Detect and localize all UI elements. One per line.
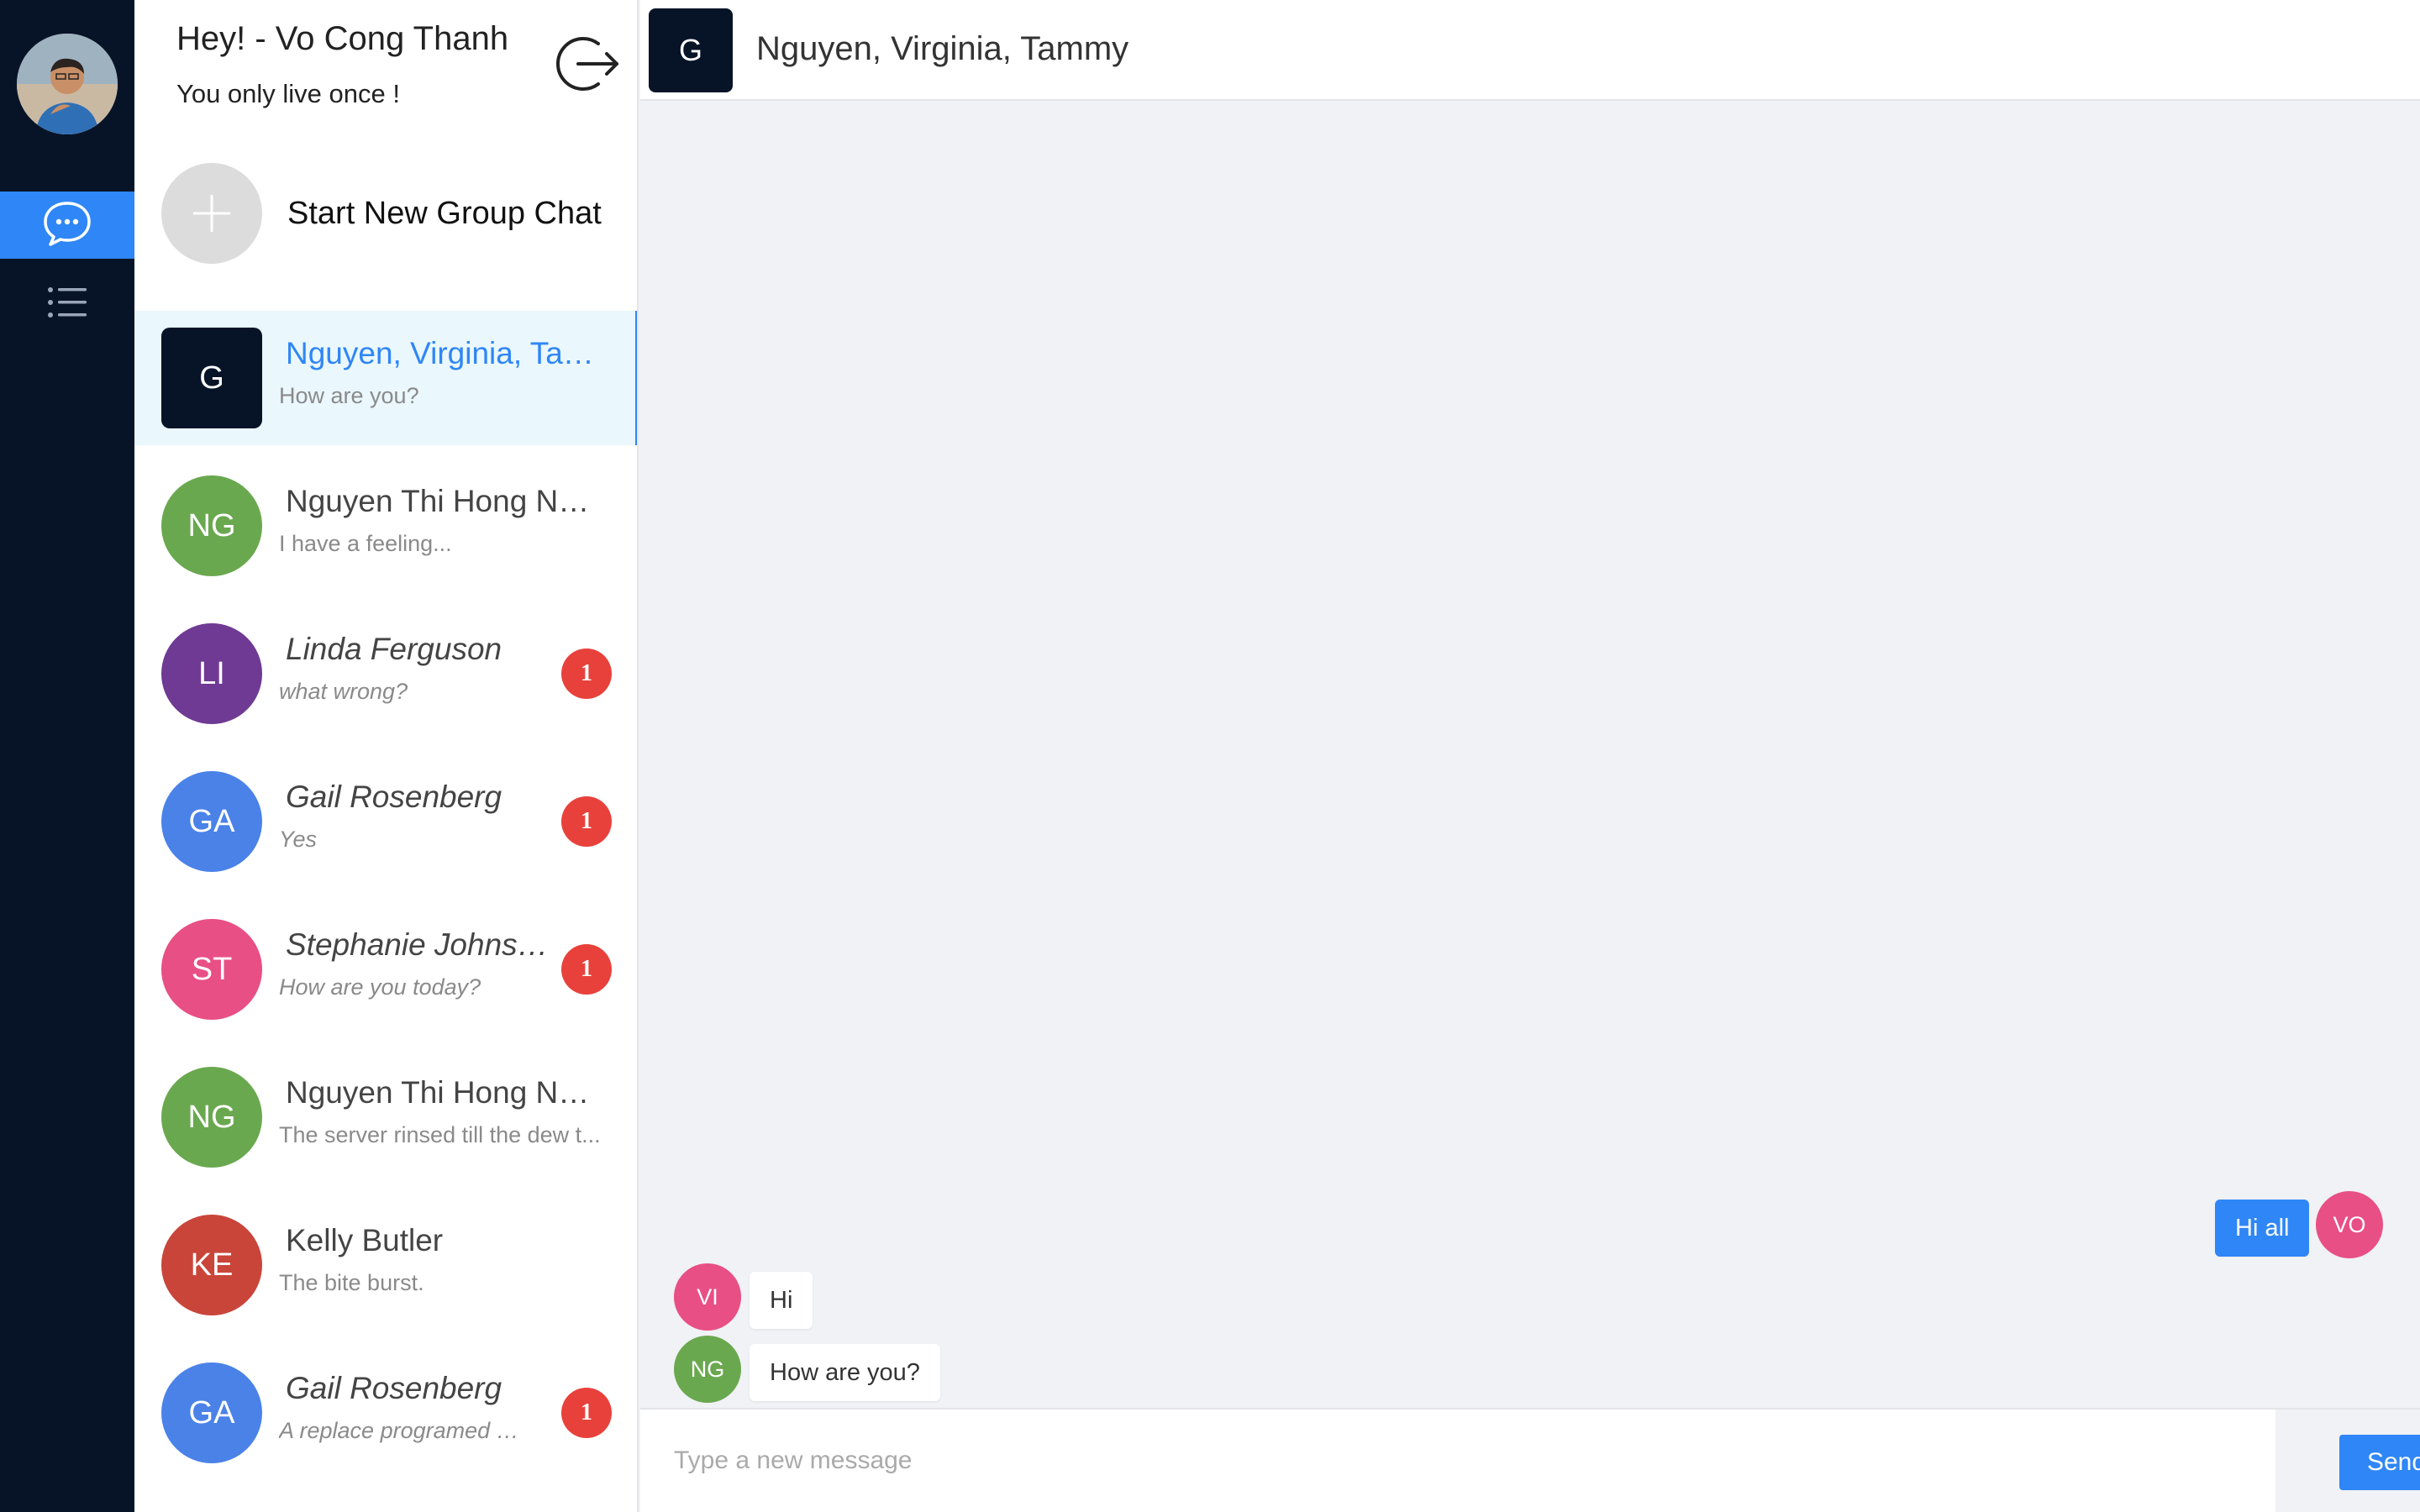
conversation-avatar: ST [161,919,262,1020]
chat-bubble-icon [42,200,92,251]
conversation-item[interactable]: NG Nguyen Thi Hong Nhung I have a feeling.… [134,459,637,593]
conversation-item[interactable]: NG Nguyen Thi Hong Nhung The server rinsed… [134,1050,637,1184]
conversation-preview: A replace programed off ... [279,1418,531,1443]
conversation-name: Gail Rosenberg [286,780,502,814]
message-input[interactable] [640,1410,2275,1512]
conversation-name: Nguyen Thi Hong Nhung [286,1075,605,1110]
conversation-name: Stephanie Johnston [286,927,555,962]
send-button[interactable]: Send [2339,1435,2420,1490]
unread-badge: 1 [561,648,612,699]
conversation-preview: The bite burst. [279,1270,424,1295]
conversation-item[interactable]: G Nguyen, Virginia, Tammy How are you? [134,311,637,445]
chat-title: Nguyen, Virginia, Tammy [756,30,1129,67]
conversation-item[interactable]: KE Kelly Butler The bite burst. [134,1198,637,1332]
conversation-name: Nguyen Thi Hong Nhung [286,484,605,518]
conversation-preview: Yes [279,827,318,852]
user-status: You only live once ! [176,79,400,108]
user-greeting: Hey! - Vo Cong Thanh [176,20,509,57]
conversation-item[interactable]: GA Gail Rosenberg A replace programed off … [134,1346,637,1480]
conversation-avatar: NG [161,1067,262,1168]
conversation-avatar: GA [161,771,262,872]
logout-button[interactable] [555,30,622,97]
unread-badge: 1 [561,944,612,995]
chat-avatar: G [649,8,733,92]
conversation-panel: Hey! - Vo Cong Thanh You only live once … [134,0,639,1512]
message-avatar: VI [674,1263,741,1331]
logout-icon [555,37,622,101]
conversation-preview: I have a feeling... [279,531,452,556]
list-icon [47,286,87,323]
unread-badge: 1 [561,1388,612,1438]
conversation-name: Nguyen, Virginia, Tammy [286,336,605,370]
conversation-avatar: G [161,328,262,428]
conversation-item[interactable]: ST Stephanie Johnston How are you today? 1 [134,902,637,1037]
conversation-preview: How are you today? [279,974,481,1000]
nav-rail [0,0,134,1512]
conversation-avatar: LI [161,623,262,724]
conversation-name: Linda Ferguson [286,632,502,666]
incoming-message: How are you? [750,1344,940,1401]
start-new-group-label: Start New Group Chat [287,195,602,231]
conversation-name: Kelly Butler [286,1223,444,1257]
chat-header: G Nguyen, Virginia, Tammy [640,0,2420,101]
conversation-avatar: NG [161,475,262,576]
conversation-item[interactable]: LI Linda Ferguson what wrong? 1 [134,606,637,741]
message-avatar: VO [2316,1191,2383,1258]
composer: Send [640,1408,2420,1512]
start-new-group-button[interactable]: Start New Group Chat [161,163,615,264]
user-avatar[interactable] [17,34,118,134]
message-avatar: NG [674,1336,741,1403]
outgoing-message: Hi all [2215,1200,2310,1257]
nav-chats[interactable] [0,192,134,259]
conversation-preview: How are you? [279,383,419,408]
conversation-name: Gail Rosenberg [286,1371,502,1405]
conversation-avatar: GA [161,1362,262,1463]
conversation-item[interactable]: GA Gail Rosenberg Yes 1 [134,754,637,889]
nav-list[interactable] [0,270,134,338]
conversation-avatar: KE [161,1215,262,1315]
conversation-preview: The server rinsed till the dew t... [279,1122,601,1147]
incoming-message: Hi [750,1272,813,1329]
conversation-preview: what wrong? [279,679,408,704]
unread-badge: 1 [561,796,612,847]
plus-icon [161,163,262,264]
